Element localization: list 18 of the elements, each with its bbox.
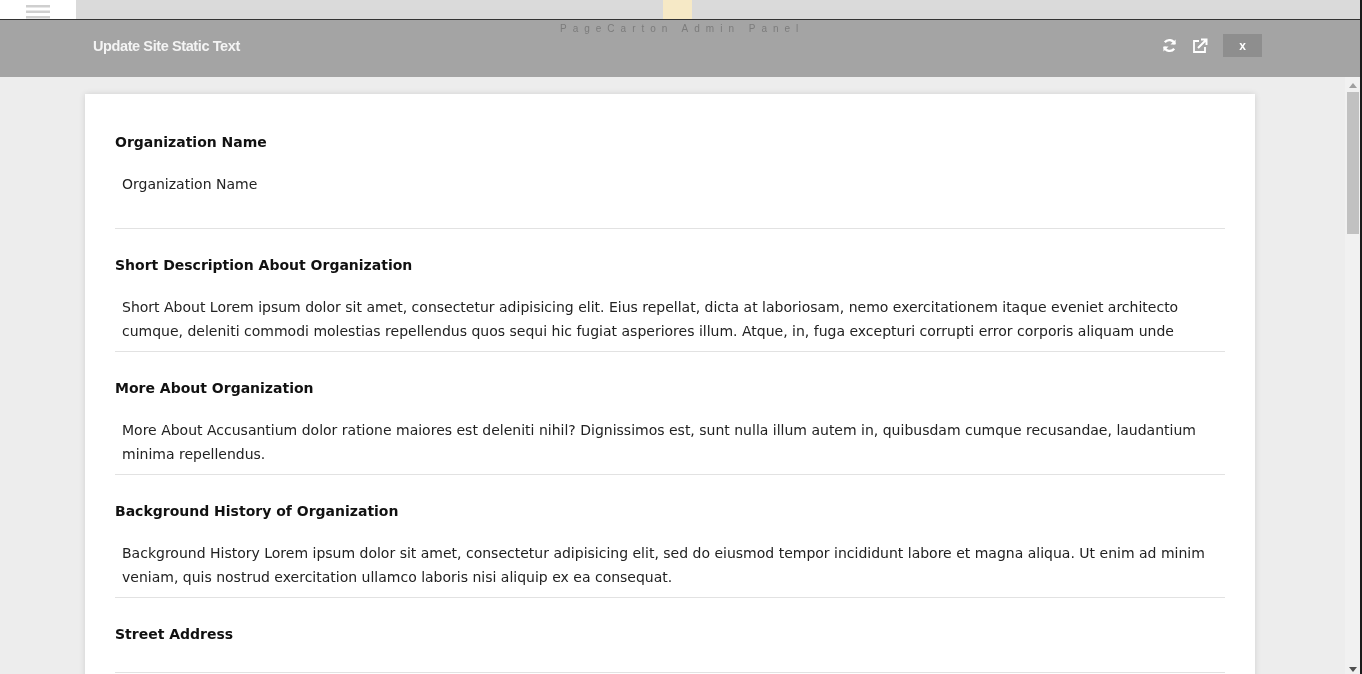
dialog-title: Update Site Static Text xyxy=(93,37,240,54)
scroll-up-icon[interactable] xyxy=(1348,83,1357,88)
scroll-down-icon[interactable] xyxy=(1348,667,1357,672)
refresh-icon[interactable] xyxy=(1162,38,1177,53)
field-value[interactable]: More About Accusantium dolor ratione maiores est deleniti nihil? Dignissimos est, sunt nulla illum autem in, quibusdam cumque recusandae, laudantium minima repellendus. xyxy=(115,418,1225,466)
external-link-icon[interactable] xyxy=(1192,38,1208,53)
field-label: Organization Name xyxy=(115,134,268,150)
scrollbar[interactable] xyxy=(1345,77,1360,674)
field-label: More About Organization xyxy=(115,380,315,396)
field-label: Short Description About Organization xyxy=(115,257,414,273)
field-value[interactable]: Short About Lorem ipsum dolor sit amet, consectetur adipisicing elit. Eius repellat, dicta at laboriosam, nemo exercitationem itaque eveniet architecto cumque, deleniti commodi molestias repellendus quos sequi hic fugiat asperiores illum. Atque, in, fuga excepturi corrupti error corporis aliquam unde xyxy=(115,295,1225,343)
field-label: Street Address xyxy=(115,626,235,642)
logo-icon xyxy=(663,0,692,19)
field-value[interactable]: Background History Lorem ipsum dolor sit amet, consectetur adipisicing elit, sed do eiusmod tempor incididunt labore et magna aliqua. Ut enim ad minim veniam, quis nostrud exercitation ullamco laboris nisi aliquip ex ea consequat. xyxy=(115,541,1225,589)
field-value[interactable]: Organization Name xyxy=(115,172,1225,196)
scrollbar-thumb[interactable] xyxy=(1346,92,1359,234)
field-label: Background History of Organization xyxy=(115,503,400,519)
menu-icon[interactable] xyxy=(26,5,50,19)
